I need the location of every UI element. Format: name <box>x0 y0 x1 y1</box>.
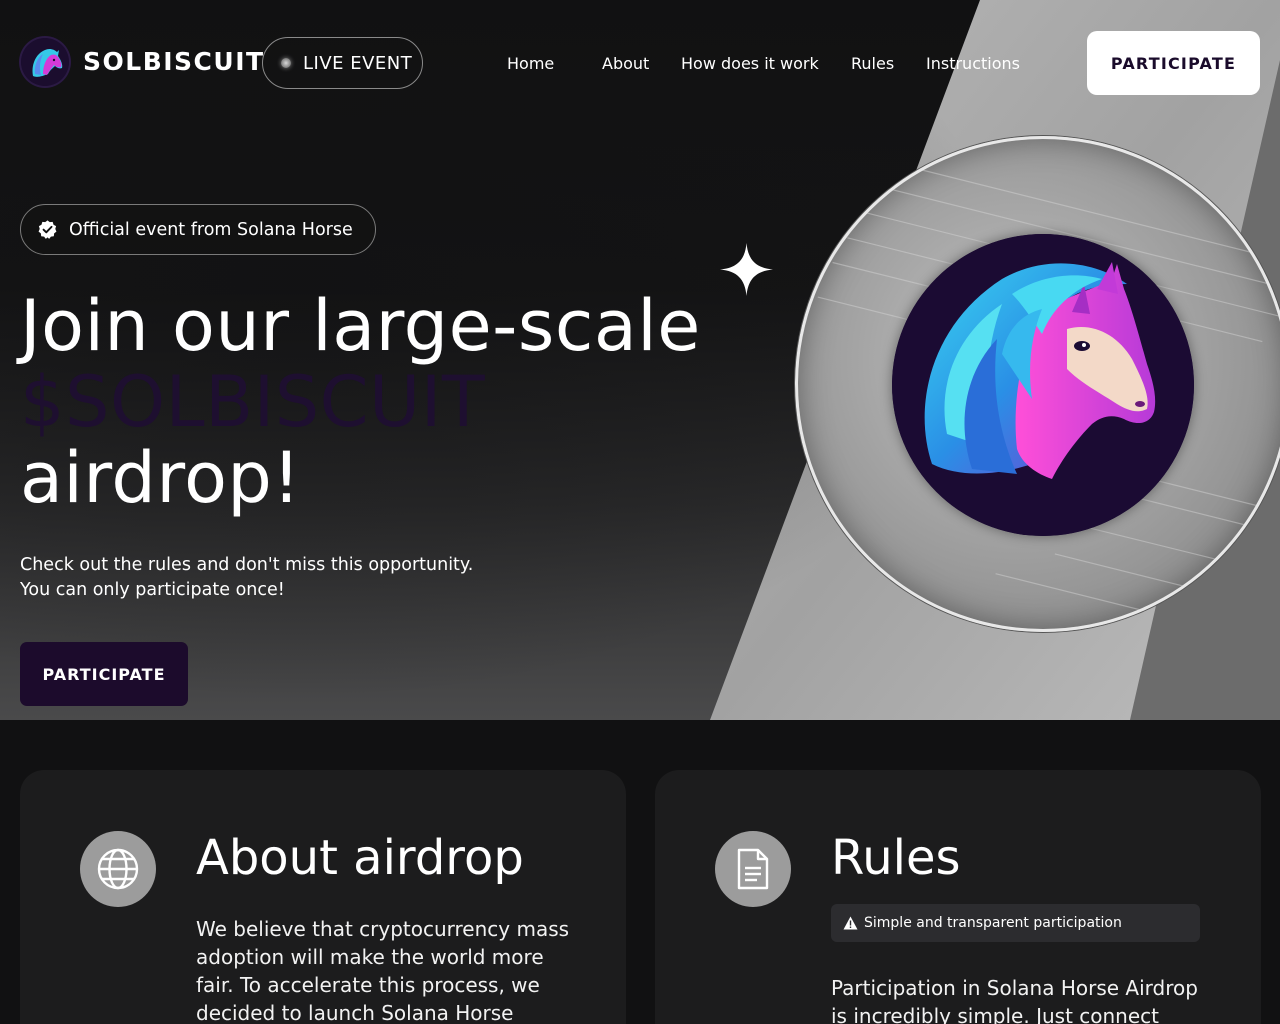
horse-logo-icon <box>21 38 69 86</box>
official-event-badge: Official event from Solana Horse <box>20 204 376 255</box>
rules-title: Rules <box>831 830 961 886</box>
sparkle-icon <box>720 243 773 296</box>
hero-participate-button[interactable]: PARTICIPATE <box>20 642 188 706</box>
globe-icon-circle <box>80 831 156 907</box>
nav-link-instructions[interactable]: Instructions <box>926 54 1020 73</box>
rules-tag-label: Simple and transparent participation <box>864 915 1122 931</box>
nav-link-rules[interactable]: Rules <box>851 54 894 73</box>
horse-medallion <box>795 136 1280 632</box>
brand-name[interactable]: SOLBISCUIT <box>83 47 265 76</box>
rules-text: Participation in Solana Horse Airdrop is… <box>831 976 1198 1024</box>
about-airdrop-title: About airdrop <box>196 830 524 886</box>
hero-title: Join our large-scale $SOLBISCUIT airdrop… <box>20 288 701 516</box>
hero-section: SOLBISCUIT LIVE EVENT Home About How doe… <box>0 0 1280 720</box>
live-event-pill: LIVE EVENT <box>262 37 423 89</box>
hero-subtitle: Check out the rules and don't miss this … <box>20 553 540 603</box>
about-airdrop-text: We believe that cryptocurrency mass adop… <box>196 917 570 1024</box>
about-airdrop-card: About airdrop We believe that cryptocurr… <box>20 770 626 1024</box>
rules-card: Rules Simple and transparent participati… <box>655 770 1261 1024</box>
horse-mascot <box>892 234 1194 536</box>
globe-icon <box>97 848 139 890</box>
hero-subtitle-line2: You can only participate once! <box>20 580 285 600</box>
verified-check-icon <box>38 220 57 239</box>
official-event-label: Official event from Solana Horse <box>69 219 353 240</box>
rules-tag: Simple and transparent participation <box>831 904 1200 942</box>
nav-link-how-it-works[interactable]: How does it work <box>681 54 819 73</box>
document-icon <box>737 848 769 890</box>
hero-title-token: $SOLBISCUIT <box>20 361 486 443</box>
hero-subtitle-line1: Check out the rules and don't miss this … <box>20 555 474 575</box>
top-navigation: SOLBISCUIT LIVE EVENT Home About How doe… <box>0 0 1280 126</box>
hero-title-line3: airdrop! <box>20 437 301 519</box>
brand-logo[interactable] <box>21 38 69 86</box>
live-dot-icon <box>281 58 291 68</box>
nav-link-about[interactable]: About <box>602 54 649 73</box>
document-icon-circle <box>715 831 791 907</box>
horse-head-icon <box>892 234 1194 536</box>
hero-title-line1: Join our large-scale <box>20 285 701 367</box>
warning-icon <box>843 916 858 930</box>
nav-participate-button[interactable]: PARTICIPATE <box>1087 31 1260 95</box>
live-event-label: LIVE EVENT <box>303 52 413 74</box>
nav-link-home[interactable]: Home <box>507 54 554 73</box>
